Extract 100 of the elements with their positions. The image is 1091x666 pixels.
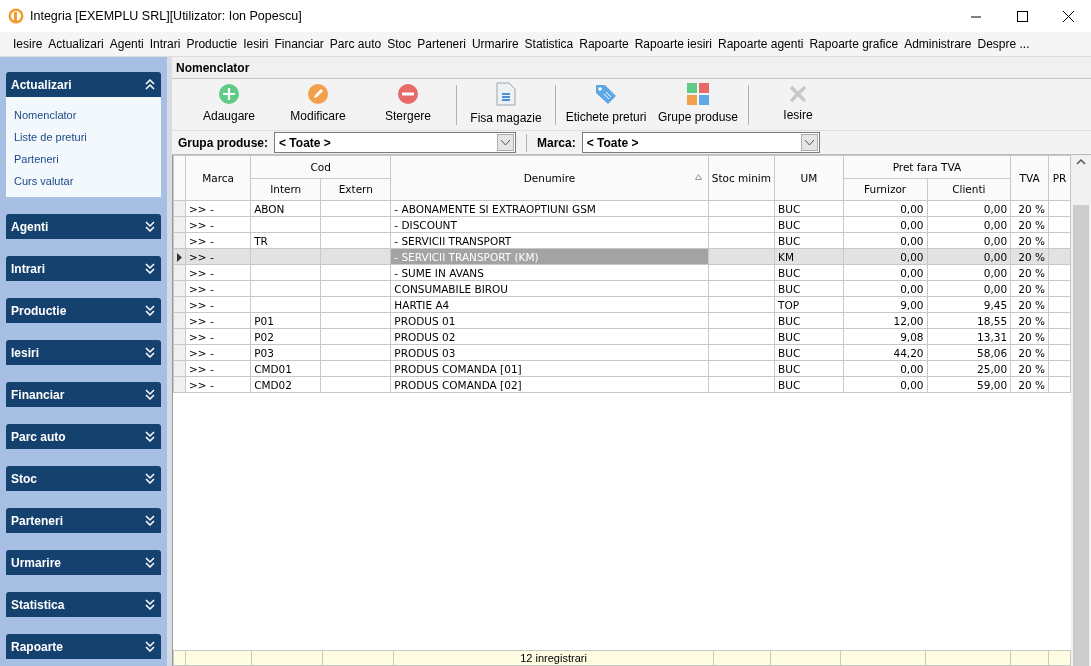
toolbar-button[interactable]: Etichete preturi bbox=[560, 80, 652, 129]
menu-item[interactable]: Rapoarte agenti bbox=[718, 35, 804, 53]
plus-icon bbox=[219, 84, 239, 104]
menu-item[interactable]: Parteneri bbox=[417, 35, 466, 53]
table-row[interactable]: >> - ABON - ABONAMENTE SI EXTRAOPTIUNI GSM BUC 0,00 0,00 20 % bbox=[173, 200, 1071, 217]
column-header[interactable]: TVA bbox=[1010, 155, 1049, 201]
menu-item[interactable]: Stoc bbox=[387, 35, 412, 53]
toolbar-button[interactable]: Modificare bbox=[272, 80, 364, 129]
table-cell: 20 % bbox=[1010, 216, 1049, 233]
table-cell: 0,00 bbox=[927, 232, 1011, 249]
panel-header[interactable]: Urmarire bbox=[6, 550, 161, 575]
menu-item[interactable]: Despre ... bbox=[977, 35, 1030, 53]
table-cell: 0,00 bbox=[843, 264, 928, 281]
table-cell: - DISCOUNT bbox=[390, 216, 709, 233]
filter-dropdown[interactable]: < Toate > bbox=[581, 132, 820, 153]
table-row[interactable]: >> - CMD01 PRODUS COMANDA [01] BUC 0,00 25,00 20 % bbox=[173, 360, 1071, 377]
pencil-icon bbox=[308, 84, 328, 104]
table-cell: P03 bbox=[250, 344, 321, 361]
table-row[interactable]: >> - P01 PRODUS 01 BUC 12,00 18,55 20 % bbox=[173, 312, 1071, 329]
sidebar-link[interactable]: Liste de preturi bbox=[14, 129, 153, 145]
toolbar-button[interactable]: Fisa magazie bbox=[461, 80, 551, 129]
panel-header[interactable]: Rapoarte bbox=[6, 634, 161, 659]
table-row[interactable]: >> - P02 PRODUS 02 BUC 9,08 13,31 20 % bbox=[173, 328, 1071, 345]
table-row[interactable]: >> - P03 PRODUS 03 BUC 44,20 58,06 20 % bbox=[173, 344, 1071, 361]
column-header[interactable]: Marca bbox=[185, 155, 251, 201]
table-cell: BUC bbox=[774, 264, 844, 281]
table-row[interactable]: >> - CONSUMABILE BIROU BUC 0,00 0,00 20 % bbox=[173, 280, 1071, 297]
menu-item[interactable]: Agenti bbox=[109, 35, 144, 53]
table-cell: 0,00 bbox=[843, 280, 928, 297]
table-cell: 13,31 bbox=[927, 328, 1011, 345]
menu-item[interactable]: Iesiri bbox=[243, 35, 269, 53]
column-header[interactable]: Stoc minim bbox=[708, 155, 775, 201]
panel-header[interactable]: Intrari bbox=[6, 256, 161, 281]
table-cell: 20 % bbox=[1010, 328, 1049, 345]
table-cell: 0,00 bbox=[843, 376, 928, 393]
expand-chevron-icon bbox=[145, 473, 155, 484]
table-cell: 0,00 bbox=[843, 216, 928, 233]
table-cell: >> - bbox=[185, 200, 251, 217]
table-row[interactable]: >> - HARTIE A4 TOP 9,00 9,45 20 % bbox=[173, 296, 1071, 313]
panel-header[interactable]: Parc auto bbox=[6, 424, 161, 449]
table-cell: - ABONAMENTE SI EXTRAOPTIUNI GSM bbox=[390, 200, 709, 217]
tag-icon bbox=[594, 83, 618, 105]
menu-item[interactable]: Productie bbox=[186, 35, 238, 53]
column-header[interactable]: UM bbox=[774, 155, 844, 201]
scrollbar-thumb[interactable] bbox=[1073, 205, 1089, 666]
vertical-scrollbar[interactable] bbox=[1071, 155, 1091, 666]
table-row[interactable]: >> - - DISCOUNT BUC 0,00 0,00 20 % bbox=[173, 216, 1071, 233]
menu-item[interactable]: Rapoarte bbox=[579, 35, 629, 53]
table-cell: >> - bbox=[185, 376, 251, 393]
menu-item[interactable]: Intrari bbox=[149, 35, 181, 53]
table-cell: 18,55 bbox=[927, 312, 1011, 329]
menu-item[interactable]: Urmarire bbox=[471, 35, 519, 53]
menu-item[interactable]: Parc auto bbox=[329, 35, 382, 53]
expand-chevron-icon bbox=[145, 641, 155, 652]
table-cell: >> - bbox=[185, 328, 251, 345]
collapse-chevron-icon bbox=[145, 79, 155, 90]
panel-header[interactable]: Financiar bbox=[6, 382, 161, 407]
column-header[interactable]: Denumire bbox=[390, 155, 709, 201]
panel-header[interactable]: Statistica bbox=[6, 592, 161, 617]
table-cell: 25,00 bbox=[927, 360, 1011, 377]
sidebar-link[interactable]: Nomenclator bbox=[14, 107, 153, 123]
toolbar-button[interactable]: Adaugare bbox=[186, 80, 272, 129]
table-cell: 20 % bbox=[1010, 232, 1049, 249]
table-cell: BUC bbox=[774, 216, 844, 233]
row-pointer-icon bbox=[177, 253, 182, 262]
panel-header[interactable]: Productie bbox=[6, 298, 161, 323]
table-row[interactable]: >> - - SERVICII TRANSPORT (KM) KM 0,00 0,00 20 % bbox=[173, 248, 1071, 265]
panel-header[interactable]: Agenti bbox=[6, 214, 161, 239]
filter-dropdown[interactable]: < Toate > bbox=[274, 132, 516, 153]
table-cell: 0,00 bbox=[927, 200, 1011, 217]
document-icon bbox=[496, 82, 516, 106]
expand-chevron-icon bbox=[145, 599, 155, 610]
exit-button[interactable]: Iesire bbox=[753, 80, 843, 129]
table-cell: PRODUS 01 bbox=[390, 312, 709, 329]
menu-item[interactable]: Statistica bbox=[524, 35, 574, 53]
panel-header[interactable]: Iesiri bbox=[6, 340, 161, 365]
table-row[interactable]: >> - - SUME IN AVANS BUC 0,00 0,00 20 % bbox=[173, 264, 1071, 281]
grid-squares-icon bbox=[687, 83, 709, 105]
filter-label: Grupa produse: bbox=[178, 134, 268, 152]
toolbar-button[interactable]: Stergere bbox=[364, 80, 452, 129]
panel-header[interactable]: Stoc bbox=[6, 466, 161, 491]
sidebar-link[interactable]: Parteneri bbox=[14, 151, 153, 167]
panel-header[interactable]: Parteneri bbox=[6, 508, 161, 533]
menu-item[interactable]: Rapoarte grafice bbox=[809, 35, 899, 53]
table-cell: 9,45 bbox=[927, 296, 1011, 313]
table-row[interactable]: >> - CMD02 PRODUS COMANDA [02] BUC 0,00 59,00 20 % bbox=[173, 376, 1071, 393]
toolbar-button[interactable]: Grupe produse bbox=[652, 80, 744, 129]
panel-header[interactable]: Actualizari bbox=[6, 72, 161, 97]
table-cell: PRODUS COMANDA [02] bbox=[390, 376, 709, 393]
menu-item[interactable]: Actualizari bbox=[48, 35, 104, 53]
table-cell: 9,00 bbox=[843, 296, 928, 313]
app-logo-icon bbox=[8, 8, 24, 24]
table-row[interactable]: >> - TR - SERVICII TRANSPORT BUC 0,00 0,00 20 % bbox=[173, 232, 1071, 249]
menu-item[interactable]: Financiar bbox=[274, 35, 324, 53]
menu-item[interactable]: Administrare bbox=[904, 35, 972, 53]
menu-item[interactable]: Iesire bbox=[13, 35, 43, 53]
menu-item[interactable]: Rapoarte iesiri bbox=[634, 35, 713, 53]
sidebar-link[interactable]: Curs valutar bbox=[14, 173, 153, 189]
table-cell: 20 % bbox=[1010, 312, 1049, 329]
column-header[interactable]: PR bbox=[1048, 155, 1071, 201]
